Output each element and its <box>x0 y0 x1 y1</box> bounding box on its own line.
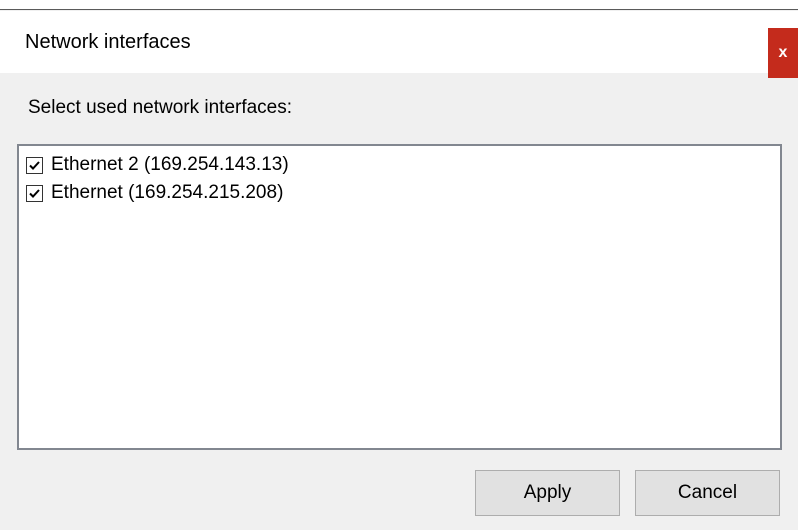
list-item-ethernet[interactable]: Ethernet (169.254.215.208) <box>26 180 283 206</box>
title-bar[interactable]: Network interfaces x <box>0 11 798 78</box>
apply-button[interactable]: Apply <box>475 470 620 516</box>
window-top-edge <box>0 0 798 10</box>
instruction-label: Select used network interfaces: <box>28 97 293 118</box>
close-icon: x <box>778 44 788 61</box>
checkmark-icon <box>29 188 40 198</box>
ethernet-2-label: Ethernet 2 (169.254.143.13) <box>51 154 289 175</box>
ethernet-2-checkbox[interactable] <box>26 156 43 174</box>
checkmark-icon <box>29 160 40 170</box>
interfaces-listbox[interactable]: Ethernet 2 (169.254.143.13) Ethernet (16… <box>17 144 782 450</box>
list-item-ethernet-2[interactable]: Ethernet 2 (169.254.143.13) <box>26 152 289 178</box>
ethernet-checkbox[interactable] <box>26 184 43 202</box>
close-button[interactable]: x <box>768 28 798 78</box>
ethernet-label: Ethernet (169.254.215.208) <box>51 182 284 203</box>
network-interfaces-dialog: Network interfaces x Select used network… <box>0 0 798 530</box>
window-title: Network interfaces <box>25 31 191 53</box>
cancel-button[interactable]: Cancel <box>635 470 780 516</box>
